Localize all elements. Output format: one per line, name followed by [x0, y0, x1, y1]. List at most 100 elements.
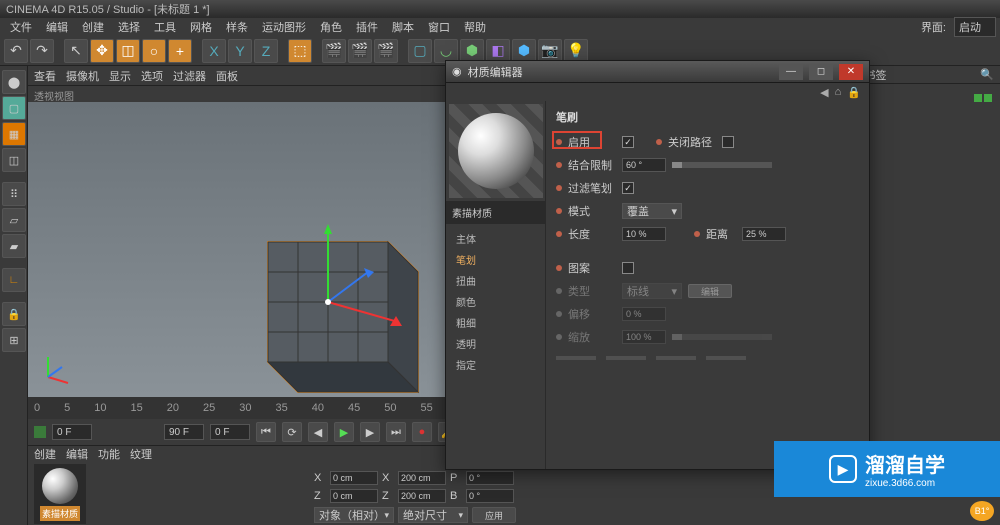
close-button[interactable]: ✕ — [839, 64, 863, 80]
scale-input[interactable] — [622, 330, 666, 344]
menu-mograph[interactable]: 运动图形 — [256, 17, 312, 37]
menu-edit[interactable]: 编辑 — [40, 17, 74, 37]
enable-checkbox[interactable] — [622, 136, 634, 148]
nav-back-icon[interactable]: ◀ — [820, 86, 828, 99]
axis-tool[interactable]: + — [168, 39, 192, 63]
scale-tool[interactable]: ◫ — [116, 39, 140, 63]
channel-distortion[interactable]: 扭曲 — [446, 270, 545, 291]
render-region-button[interactable]: 🎬 — [348, 39, 372, 63]
channel-assign[interactable]: 指定 — [446, 354, 545, 375]
pos-z-input[interactable] — [330, 489, 378, 503]
mat-tab-edit[interactable]: 编辑 — [66, 446, 88, 462]
points-mode-icon[interactable]: ⠿ — [2, 182, 26, 206]
current-frame-input[interactable] — [210, 424, 250, 440]
filter-stroke-checkbox[interactable] — [622, 182, 634, 194]
search-icon[interactable]: 🔍 — [980, 68, 994, 81]
primitive-button[interactable]: ▢ — [408, 39, 432, 63]
generator-button[interactable]: ⬢ — [460, 39, 484, 63]
scale-slider[interactable] — [672, 334, 772, 340]
channel-thickness[interactable]: 粗细 — [446, 312, 545, 333]
model-mode-icon[interactable]: ▢ — [2, 96, 26, 120]
menu-tool[interactable]: 工具 — [148, 17, 182, 37]
menu-help[interactable]: 帮助 — [458, 17, 492, 37]
vp-menu-view[interactable]: 查看 — [34, 68, 56, 84]
edges-mode-icon[interactable]: ▱ — [2, 208, 26, 232]
spline-button[interactable]: ◡ — [434, 39, 458, 63]
type-dropdown[interactable]: 标线▾ — [622, 283, 682, 299]
distance-input[interactable] — [742, 227, 786, 241]
menu-script[interactable]: 脚本 — [386, 17, 420, 37]
vp-menu-options[interactable]: 选项 — [141, 68, 163, 84]
coord-mode2-dropdown[interactable]: 绝对尺寸▾ — [398, 507, 468, 523]
polys-mode-icon[interactable]: ▰ — [2, 234, 26, 258]
close-path-checkbox[interactable] — [722, 136, 734, 148]
render-settings-button[interactable]: 🎬 — [374, 39, 398, 63]
offset-input[interactable] — [622, 307, 666, 321]
type-edit-button[interactable]: 编辑 — [688, 284, 732, 298]
mode-dropdown[interactable]: 覆盖▾ — [622, 203, 682, 219]
channel-alpha[interactable]: 透明 — [446, 333, 545, 354]
dialog-titlebar[interactable]: ◉ 材质编辑器 — ◻ ✕ — [446, 61, 869, 83]
axis-z-icon[interactable]: Z — [254, 39, 278, 63]
vp-menu-panel[interactable]: 面板 — [216, 68, 238, 84]
layout-dropdown[interactable]: 启动 — [954, 17, 996, 37]
axis-icon[interactable]: ∟ — [2, 268, 26, 292]
menu-select[interactable]: 选择 — [112, 17, 146, 37]
channel-color[interactable]: 颜色 — [446, 291, 545, 312]
coord-apply-button[interactable]: 应用 — [472, 507, 516, 523]
vp-menu-camera[interactable]: 摄像机 — [66, 68, 99, 84]
record-button[interactable]: ● — [412, 422, 432, 442]
coords-button[interactable]: ⬚ — [288, 39, 312, 63]
menu-character[interactable]: 角色 — [314, 17, 348, 37]
select-tool[interactable]: ↖ — [64, 39, 88, 63]
menu-create[interactable]: 创建 — [76, 17, 110, 37]
camera-button[interactable]: 📷 — [538, 39, 562, 63]
light-button[interactable]: 💡 — [564, 39, 588, 63]
move-tool[interactable]: ✥ — [90, 39, 114, 63]
coord-mode1-dropdown[interactable]: 对象（相对）▾ — [314, 507, 394, 523]
mat-tab-function[interactable]: 功能 — [98, 446, 120, 462]
quantize-icon[interactable]: ⊞ — [2, 328, 26, 352]
environment-button[interactable]: ⬢ — [512, 39, 536, 63]
goto-start-button[interactable]: ⏮ — [256, 422, 276, 442]
axis-x-icon[interactable]: X — [202, 39, 226, 63]
length-input[interactable] — [622, 227, 666, 241]
snap-icon[interactable]: 🔒 — [2, 302, 26, 326]
start-frame-input[interactable] — [52, 424, 92, 440]
prev-frame-button[interactable]: ◀ — [308, 422, 328, 442]
menu-mesh[interactable]: 网格 — [184, 17, 218, 37]
material-name-field[interactable]: 素描材质 — [446, 201, 545, 224]
play-button[interactable]: ▶ — [334, 422, 354, 442]
join-limit-slider[interactable] — [672, 162, 772, 168]
nav-lock-icon[interactable]: 🔒 — [847, 86, 861, 99]
goto-end-button[interactable]: ⏭ — [386, 422, 406, 442]
nav-up-icon[interactable]: ⌂ — [835, 86, 842, 98]
rot-b-input[interactable] — [466, 489, 514, 503]
deformer-button[interactable]: ◧ — [486, 39, 510, 63]
pos-x-input[interactable] — [330, 471, 378, 485]
axis-y-icon[interactable]: Y — [228, 39, 252, 63]
join-limit-input[interactable] — [622, 158, 666, 172]
material-swatch[interactable]: 素描材质 — [34, 464, 86, 524]
size-z-input[interactable] — [398, 489, 446, 503]
channel-stroke[interactable]: 笔划 — [446, 249, 545, 270]
visibility-editor-icon[interactable] — [974, 94, 982, 102]
menu-spline[interactable]: 样条 — [220, 17, 254, 37]
mat-tab-create[interactable]: 创建 — [34, 446, 56, 462]
mat-tab-texture[interactable]: 纹理 — [130, 446, 152, 462]
visibility-render-icon[interactable] — [984, 94, 992, 102]
vp-menu-filter[interactable]: 过滤器 — [173, 68, 206, 84]
material-preview[interactable] — [449, 104, 543, 198]
minimize-button[interactable]: — — [779, 64, 803, 80]
pattern-checkbox[interactable] — [622, 262, 634, 274]
workplane-icon[interactable]: ◫ — [2, 148, 26, 172]
render-button[interactable]: 🎬 — [322, 39, 346, 63]
texture-mode-icon[interactable]: ▦ — [2, 122, 26, 146]
size-x-input[interactable] — [398, 471, 446, 485]
rot-p-input[interactable] — [466, 471, 514, 485]
menu-file[interactable]: 文件 — [4, 17, 38, 37]
vp-menu-display[interactable]: 显示 — [109, 68, 131, 84]
range-start-icon[interactable] — [34, 426, 46, 438]
menu-plugin[interactable]: 插件 — [350, 17, 384, 37]
redo-button[interactable]: ↷ — [30, 39, 54, 63]
